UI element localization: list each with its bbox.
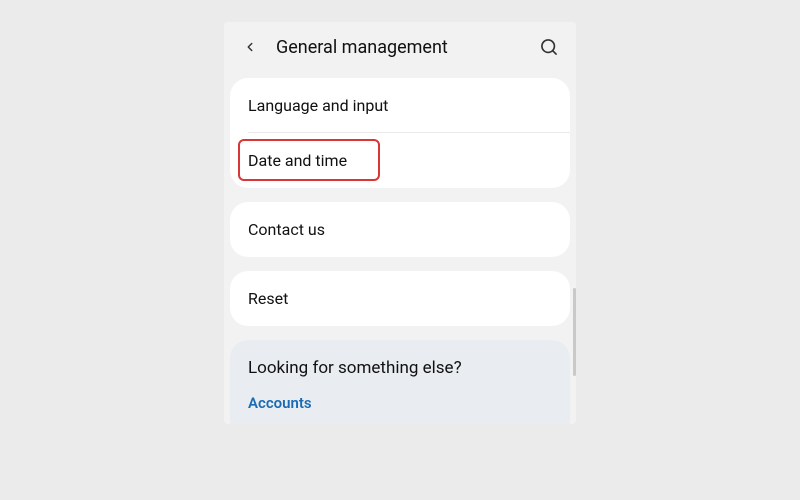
accounts-link[interactable]: Accounts [248,394,552,412]
item-label: Date and time [248,151,347,170]
page-title: General management [276,37,538,58]
item-label: Reset [248,289,288,308]
settings-group-3: Reset [230,271,570,326]
header-bar: General management [224,22,576,72]
suggestion-card: Looking for something else? Accounts [230,340,570,424]
reset-item[interactable]: Reset [230,271,570,326]
settings-group-2: Contact us [230,202,570,257]
back-icon[interactable] [240,37,260,57]
settings-group-1: Language and input Date and time [230,78,570,188]
item-label: Contact us [248,220,325,239]
settings-screen: General management Language and input Da… [224,22,576,424]
date-time-item[interactable]: Date and time [230,133,570,188]
search-icon[interactable] [538,36,560,58]
language-input-item[interactable]: Language and input [230,78,570,133]
scroll-indicator [573,288,576,376]
suggestion-title: Looking for something else? [248,358,552,378]
item-label: Language and input [248,96,388,115]
content-area: Language and input Date and time Contact… [224,72,576,424]
contact-us-item[interactable]: Contact us [230,202,570,257]
